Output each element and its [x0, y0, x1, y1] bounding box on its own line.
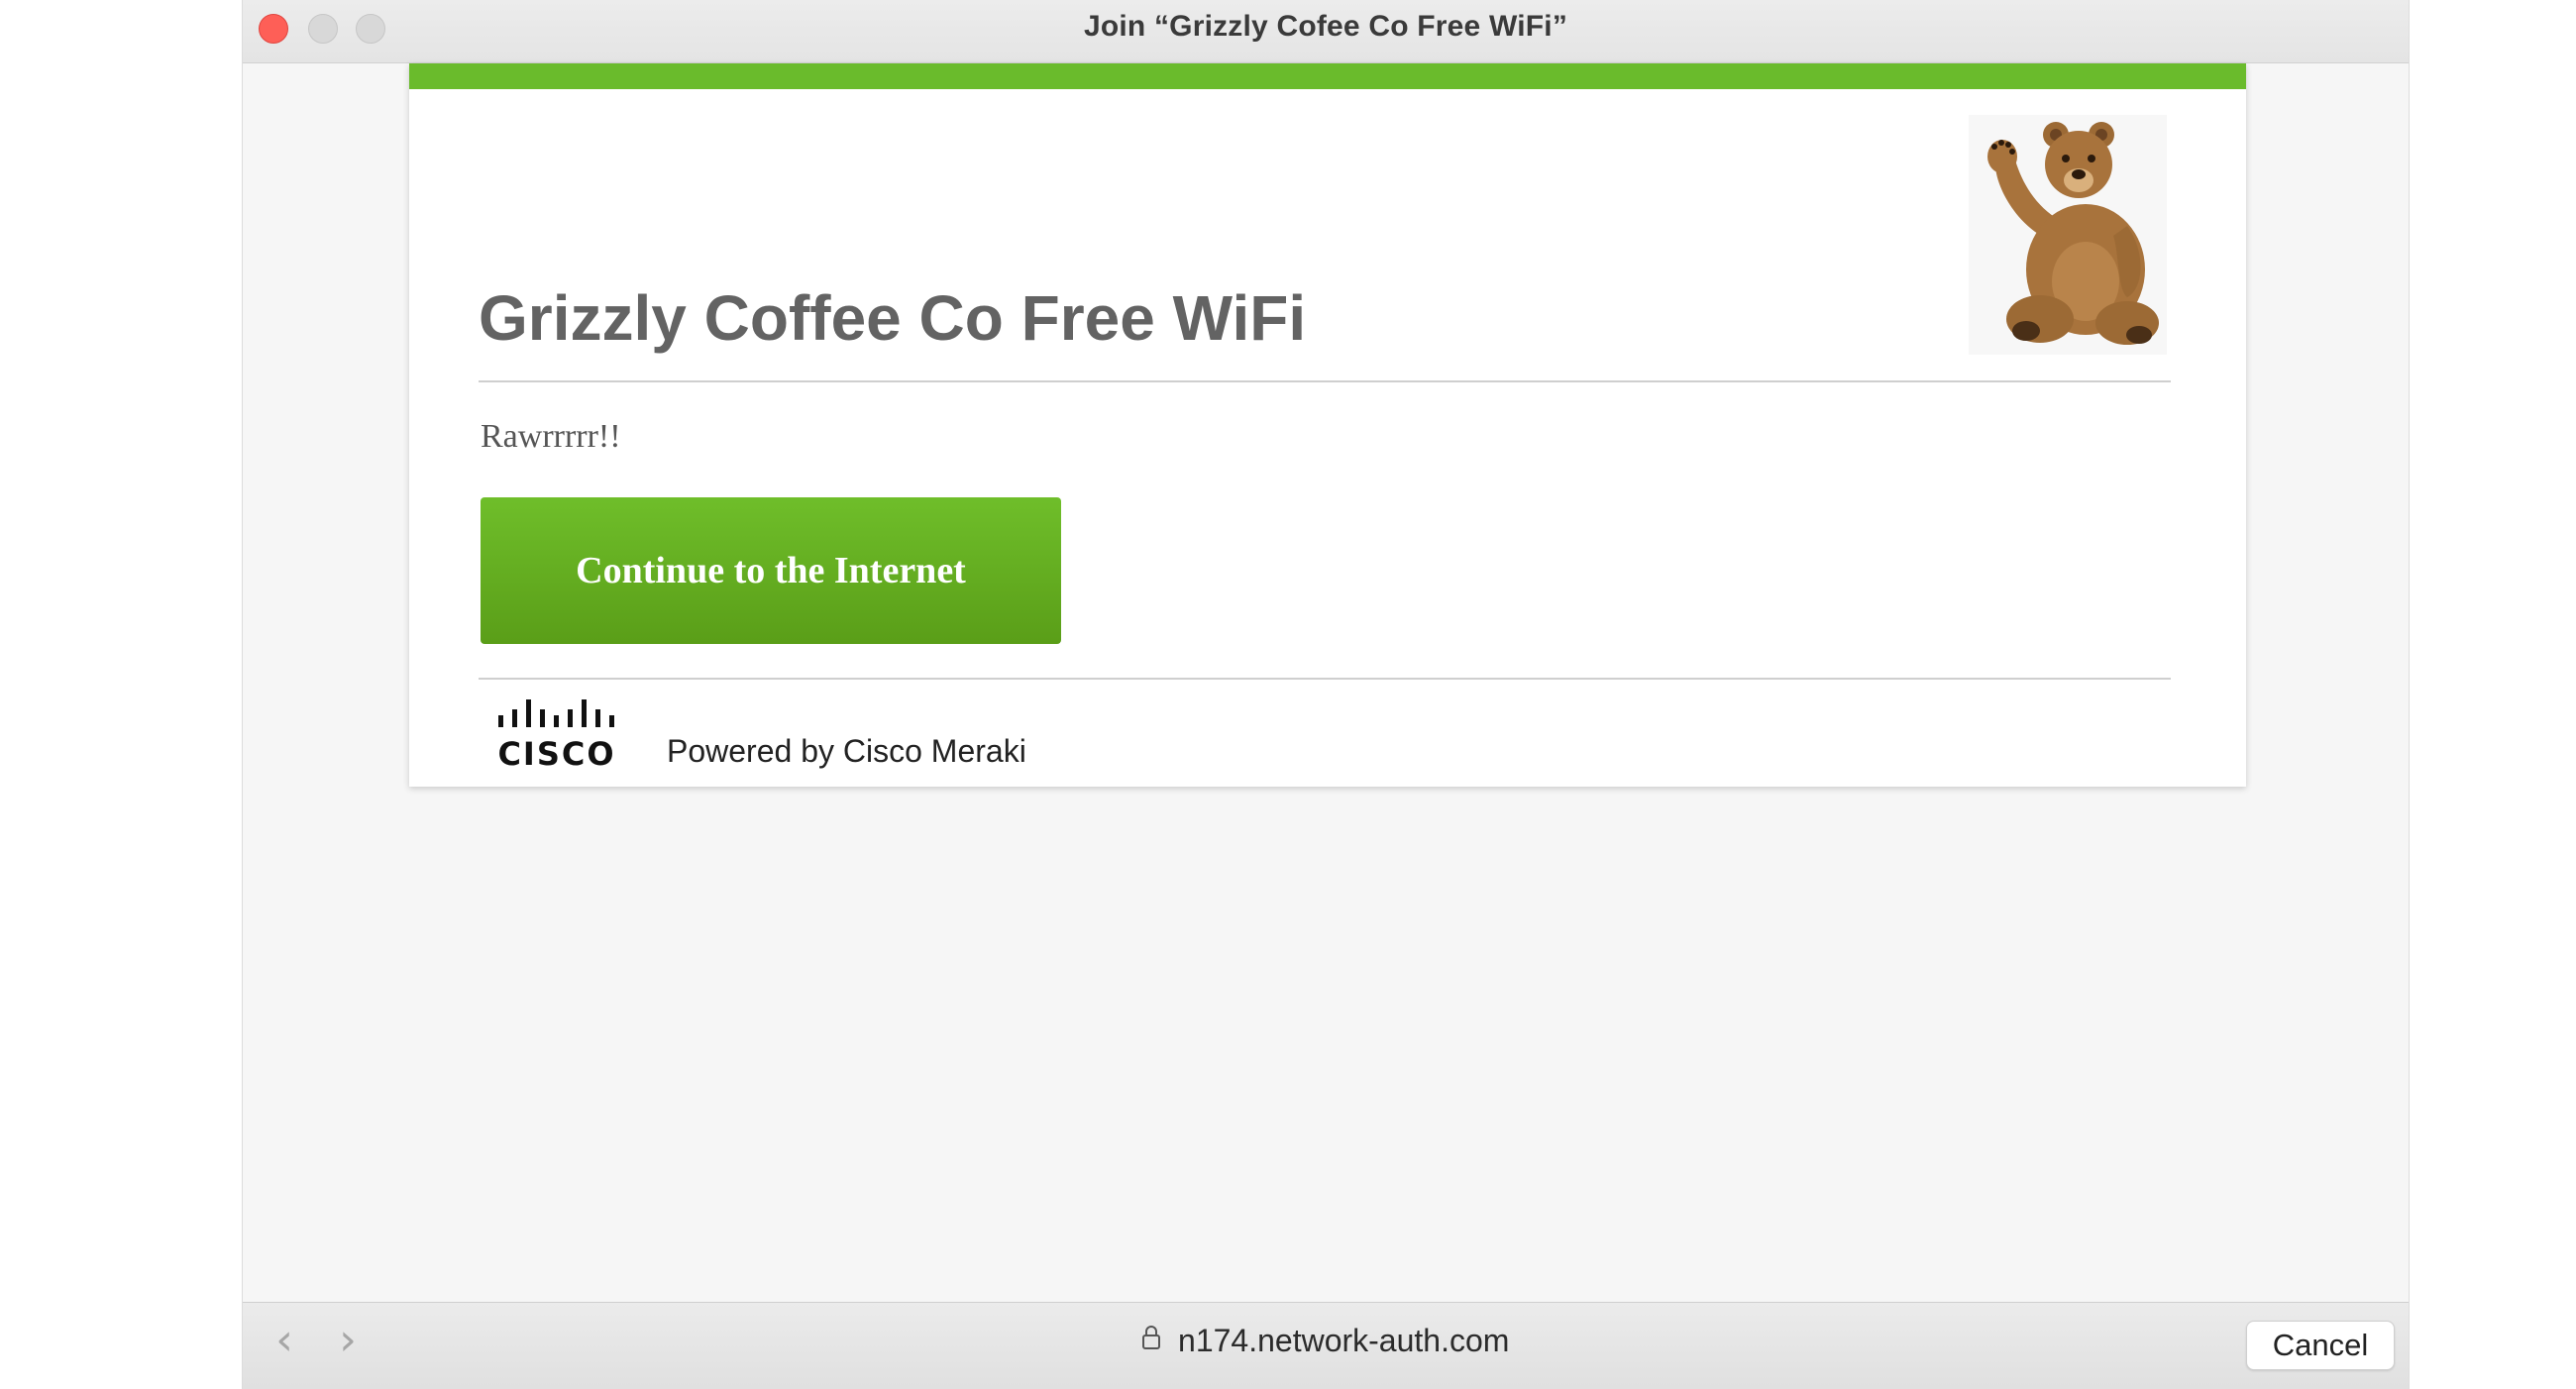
brand-accent-bar: [409, 63, 2246, 89]
url-text: n174.network-auth.com: [1178, 1323, 1510, 1358]
title-bar: Join “Grizzly Cofee Co Free WiFi”: [243, 0, 2409, 63]
footer-divider: [479, 678, 2171, 680]
lock-icon: [1141, 1325, 1160, 1350]
captive-portal-window: Join “Grizzly Cofee Co Free WiFi” Grizzl…: [242, 0, 2410, 1389]
divider: [479, 380, 2171, 382]
address-display: n174.network-auth.com: [243, 1323, 2409, 1359]
bottom-toolbar: ‹ › n174.network-auth.com Cancel: [243, 1302, 2409, 1389]
window-title: Join “Grizzly Cofee Co Free WiFi”: [1083, 10, 1568, 43]
cisco-wordmark: CISCO: [497, 735, 616, 773]
waving-bear-icon: [1969, 115, 2167, 355]
powered-by-text: Powered by Cisco Meraki: [667, 733, 1026, 769]
continue-to-internet-button[interactable]: Continue to the Internet: [481, 497, 1061, 644]
welcome-message: Rawrrrrr!!: [481, 418, 621, 455]
splash-page-card: Grizzly Coffee Co Free WiFi Rawrrrrr!! C…: [409, 63, 2246, 787]
cisco-logo: CISCO: [492, 697, 631, 777]
cancel-button[interactable]: Cancel: [2246, 1321, 2395, 1370]
network-name-heading: Grizzly Coffee Co Free WiFi: [479, 282, 1307, 354]
